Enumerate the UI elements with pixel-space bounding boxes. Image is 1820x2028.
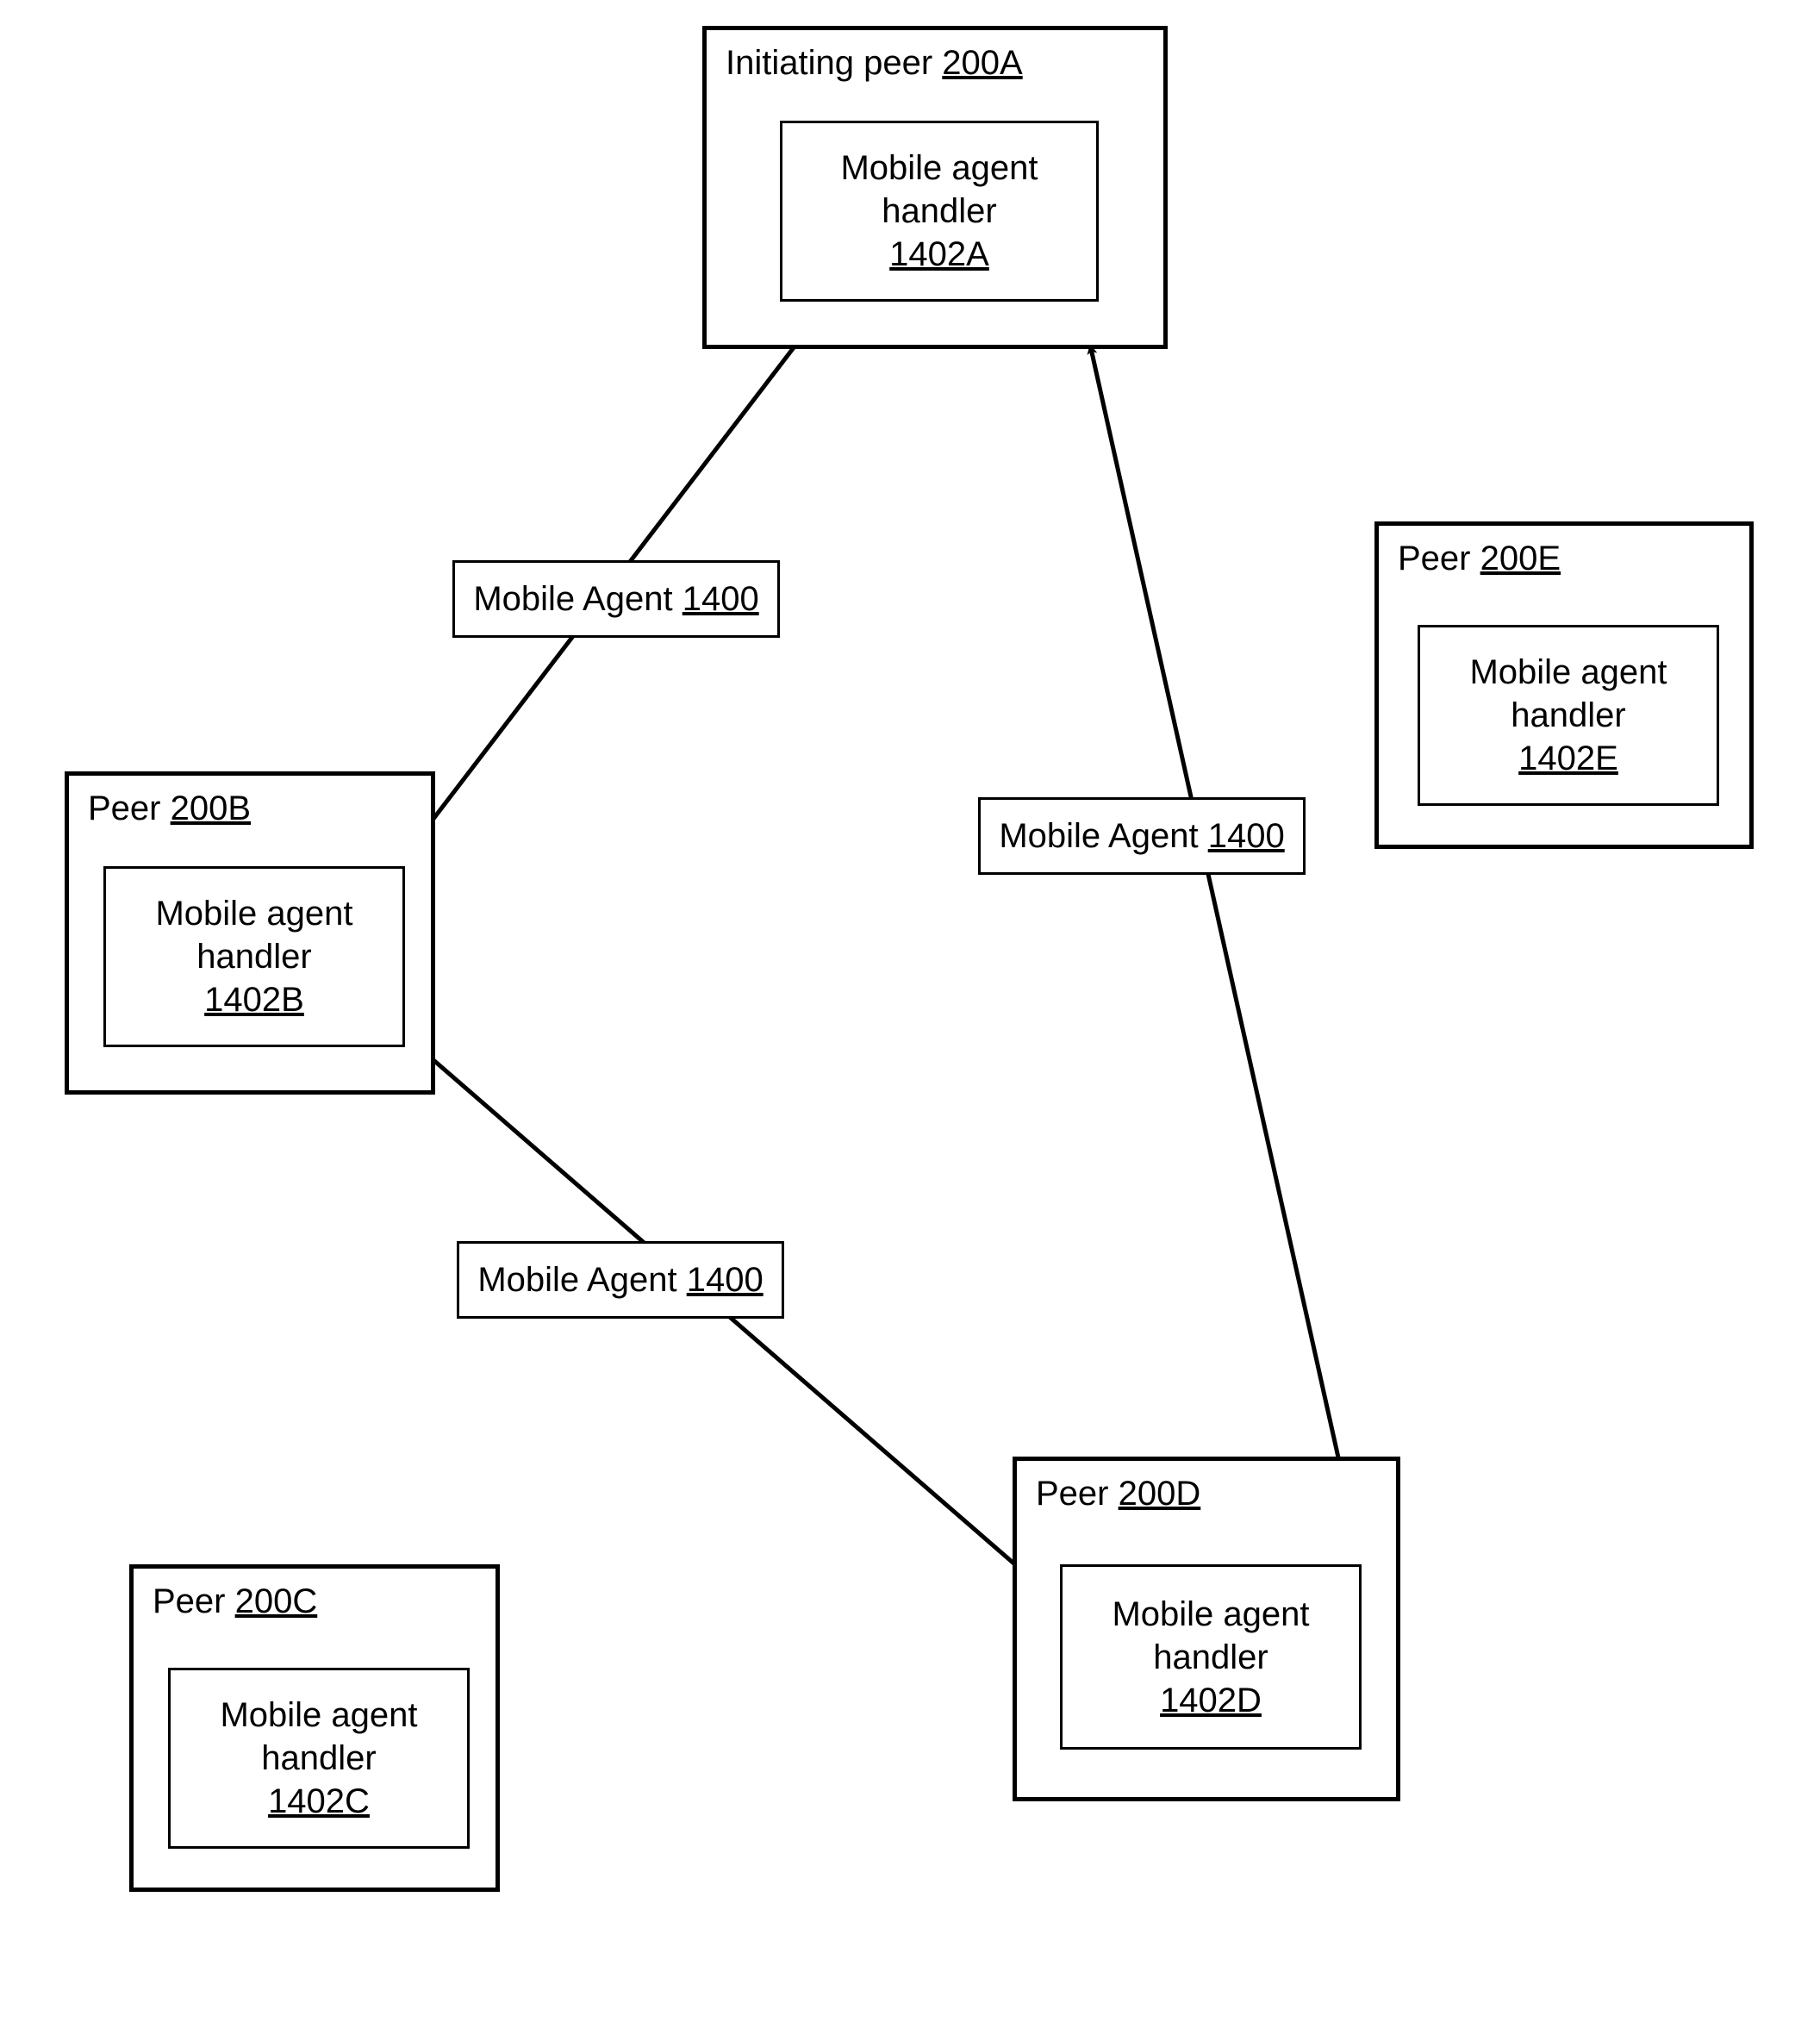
handler-id-1402D: 1402D [1160,1679,1262,1722]
peer-box-200B: Peer 200B Mobile agent handler 1402B [65,771,435,1095]
diagram-canvas: Initiating peer 200A Mobile agent handle… [0,0,1820,2028]
peer-title-200B: Peer 200B [88,789,251,828]
handler-id-1402A: 1402A [889,233,989,276]
handler-box-1402E: Mobile agent handler 1402E [1418,625,1719,806]
peer-title-200A: Initiating peer 200A [726,44,1023,83]
handler-line2-1402C: handler [261,1737,376,1780]
peer-box-200E: Peer 200E Mobile agent handler 1402E [1374,521,1754,849]
handler-line2-1402E: handler [1511,694,1625,737]
handler-id-1402E: 1402E [1518,737,1618,780]
handler-id-1402B: 1402B [204,978,304,1021]
mobile-agent-label-B-to-D: Mobile Agent 1400 [457,1241,784,1319]
handler-line1-1402D: Mobile agent [1112,1593,1309,1636]
handler-line2-1402B: handler [196,935,311,978]
peer-title-200C: Peer 200C [153,1582,317,1621]
handler-box-1402B: Mobile agent handler 1402B [103,866,405,1047]
handler-line1-1402C: Mobile agent [220,1694,417,1737]
peer-box-200C: Peer 200C Mobile agent handler 1402C [129,1564,500,1892]
handler-id-1402C: 1402C [268,1780,370,1823]
handler-line2-1402A: handler [882,190,996,233]
handler-line1-1402B: Mobile agent [155,892,352,935]
peer-title-200D: Peer 200D [1036,1475,1200,1513]
handler-box-1402D: Mobile agent handler 1402D [1060,1564,1362,1750]
handler-line2-1402D: handler [1153,1636,1268,1679]
mobile-agent-label-D-to-A: Mobile Agent 1400 [978,797,1306,875]
handler-line1-1402E: Mobile agent [1469,651,1667,694]
handler-box-1402A: Mobile agent handler 1402A [780,121,1099,302]
mobile-agent-label-A-to-B: Mobile Agent 1400 [452,560,780,638]
handler-box-1402C: Mobile agent handler 1402C [168,1668,470,1849]
peer-box-initiating-200A: Initiating peer 200A Mobile agent handle… [702,26,1168,349]
handler-line1-1402A: Mobile agent [840,147,1038,190]
peer-title-200E: Peer 200E [1398,540,1561,578]
peer-box-200D: Peer 200D Mobile agent handler 1402D [1013,1457,1400,1801]
